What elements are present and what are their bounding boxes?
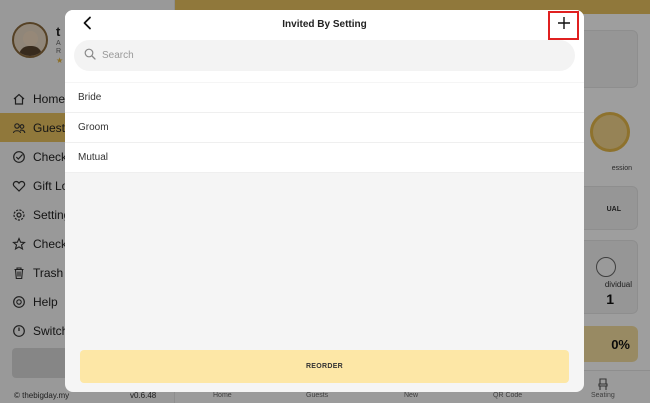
list-item-bride[interactable]: Bride	[65, 83, 584, 113]
modal-header: Invited By Setting	[65, 10, 584, 40]
reorder-button[interactable]: REORDER	[80, 350, 569, 383]
invited-by-setting-modal: Invited By Setting Bride Groom Mutual RE…	[65, 10, 584, 392]
plus-icon	[557, 16, 571, 35]
search-box[interactable]	[74, 40, 575, 71]
add-button[interactable]	[548, 11, 579, 40]
invited-by-list: Bride Groom Mutual	[65, 83, 584, 173]
list-item-mutual[interactable]: Mutual	[65, 143, 584, 173]
search-icon	[84, 47, 96, 65]
modal-title: Invited By Setting	[282, 19, 367, 30]
list-item-groom[interactable]: Groom	[65, 113, 584, 143]
search-input[interactable]	[102, 50, 542, 61]
search-area	[65, 40, 584, 82]
